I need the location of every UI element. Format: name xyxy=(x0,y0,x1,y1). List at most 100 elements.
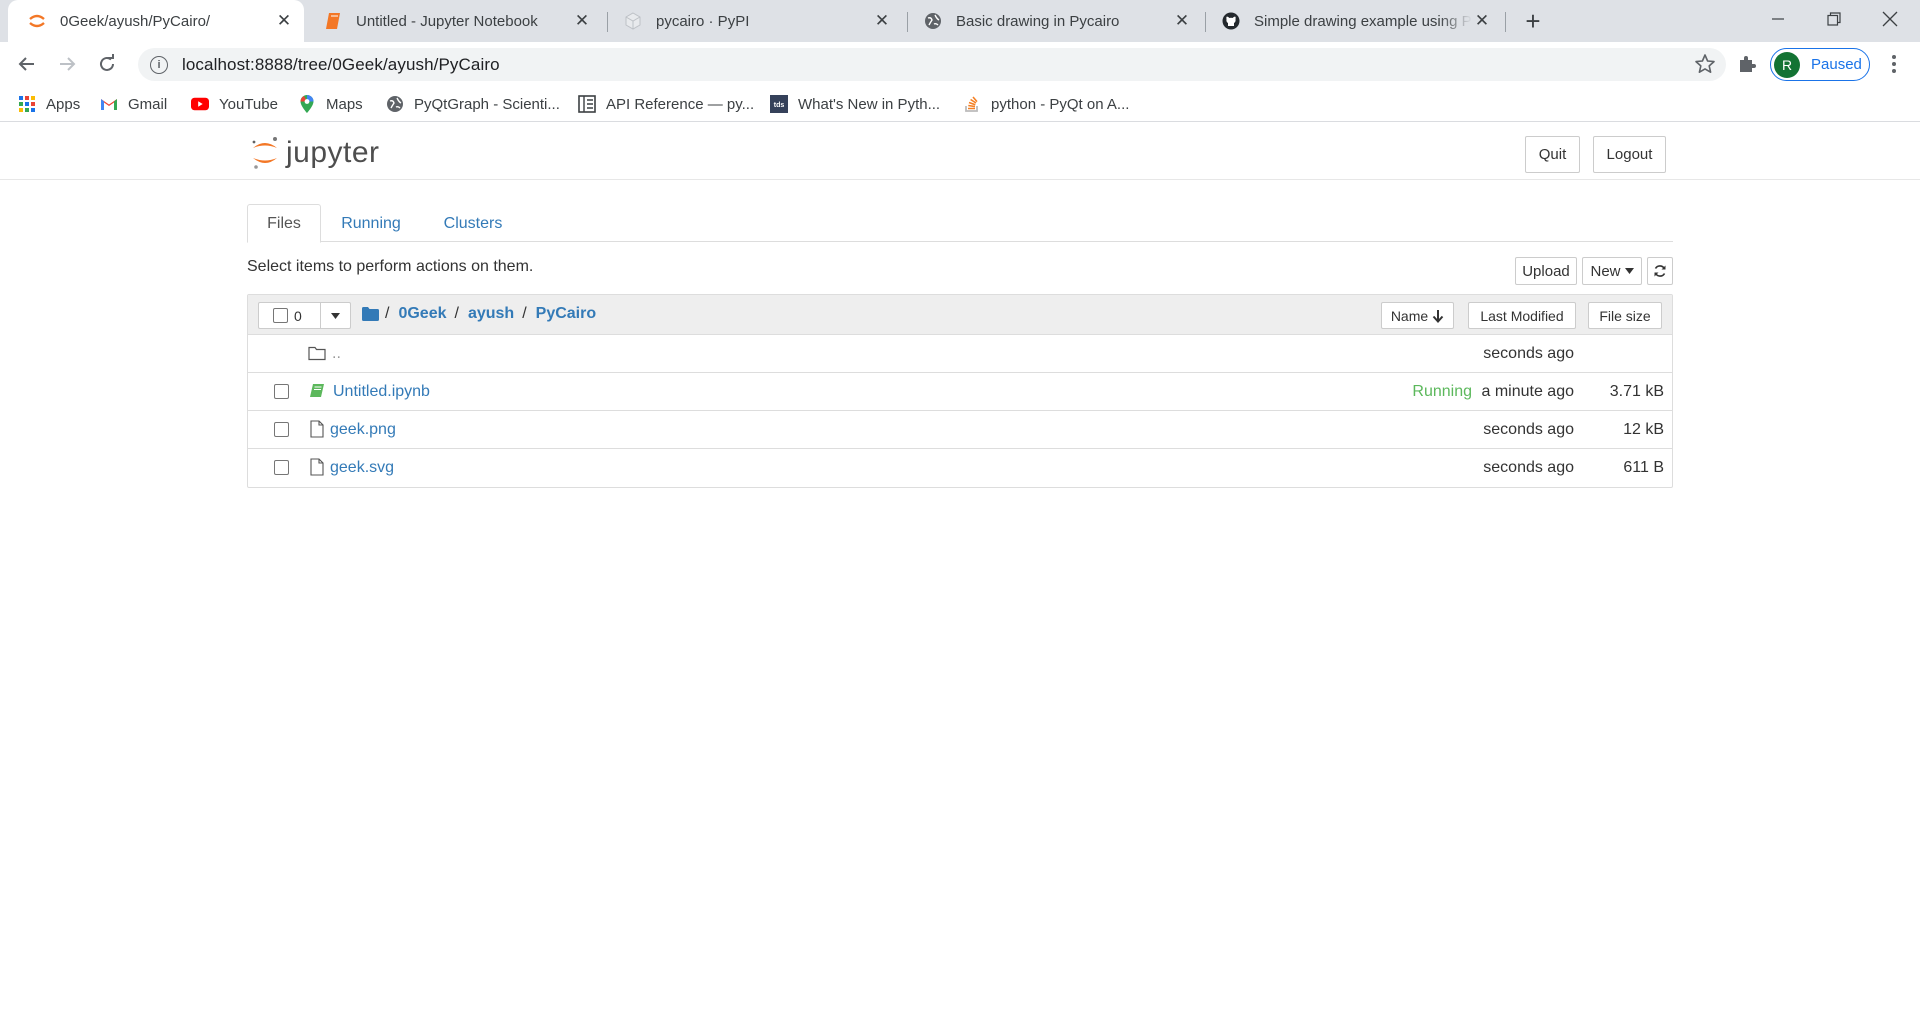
sort-by-name-button[interactable]: Name xyxy=(1381,302,1454,329)
notebook-running-icon xyxy=(310,384,324,397)
gmail-icon xyxy=(100,95,118,113)
profile-button[interactable]: R Paused xyxy=(1770,48,1870,81)
upload-button[interactable]: Upload xyxy=(1515,257,1577,285)
browser-tab-github[interactable]: Simple drawing example using Py ✕ xyxy=(1202,0,1502,42)
logout-button[interactable]: Logout xyxy=(1593,136,1666,173)
address-bar[interactable]: i localhost:8888/tree/0Geek/ayush/PyCair… xyxy=(138,48,1726,81)
minimize-button[interactable] xyxy=(1750,0,1806,38)
last-modified: a minute ago xyxy=(1481,383,1574,400)
browser-toolbar: i localhost:8888/tree/0Geek/ayush/PyCair… xyxy=(0,42,1920,86)
back-button[interactable] xyxy=(11,48,43,80)
dot-icon xyxy=(1892,62,1896,66)
close-tab-icon[interactable]: ✕ xyxy=(572,11,592,31)
select-menu-button[interactable] xyxy=(320,303,350,328)
select-all-checkbox[interactable] xyxy=(273,308,288,323)
bookmark-gmail[interactable]: Gmail xyxy=(100,92,167,116)
dot-icon xyxy=(1892,55,1896,59)
select-all-control: 0 xyxy=(258,302,351,329)
file-name-link[interactable]: .. xyxy=(332,345,341,363)
bookmark-pyqtgraph[interactable]: PyQtGraph - Scienti... xyxy=(386,92,560,116)
file-name-link[interactable]: Untitled.ipynb xyxy=(333,383,430,401)
tab-title: 0Geek/ayush/PyCairo/ xyxy=(60,12,211,30)
restore-button[interactable] xyxy=(1806,0,1862,38)
breadcrumb: / 0Geek / ayush / PyCairo xyxy=(362,305,596,323)
file-size: 12 kB xyxy=(1623,421,1664,438)
tab-clusters[interactable]: Clusters xyxy=(425,204,521,243)
avatar: R xyxy=(1774,51,1800,78)
sort-by-file-size-button[interactable]: File size xyxy=(1588,302,1662,329)
close-icon xyxy=(1882,11,1898,27)
reload-button[interactable] xyxy=(91,48,123,80)
tds-icon: tds xyxy=(770,95,788,113)
jupyter-logo[interactable]: jupyter xyxy=(250,135,380,171)
bookmark-stackoverflow[interactable]: python - PyQt on A... xyxy=(963,92,1129,116)
new-tab-button[interactable]: + xyxy=(1518,6,1548,36)
bookmark-apps[interactable]: Apps xyxy=(18,92,80,116)
row-checkbox[interactable] xyxy=(274,460,289,475)
refresh-icon xyxy=(1654,265,1666,277)
close-tab-icon[interactable]: ✕ xyxy=(1472,11,1492,31)
last-modified: seconds ago xyxy=(1483,459,1574,476)
quit-button[interactable]: Quit xyxy=(1525,136,1580,173)
profile-status-label: Paused xyxy=(1811,56,1862,73)
file-icon xyxy=(310,420,324,438)
sort-by-last-modified-button[interactable]: Last Modified xyxy=(1468,302,1576,329)
tab-files[interactable]: Files xyxy=(247,204,321,243)
close-tab-icon[interactable]: ✕ xyxy=(274,11,294,31)
running-status: Running xyxy=(1412,383,1472,400)
bookmark-label: python - PyQt on A... xyxy=(991,95,1130,113)
globe-icon xyxy=(386,95,404,113)
list-item-file[interactable]: geek.svg seconds ago 611 B xyxy=(248,449,1672,487)
list-item-file[interactable]: geek.png seconds ago 12 kB xyxy=(248,411,1672,449)
bookmark-whats-new[interactable]: tds What's New in Pyth... xyxy=(770,92,940,116)
site-info-icon[interactable]: i xyxy=(150,55,168,74)
close-window-button[interactable] xyxy=(1862,0,1918,38)
dot-icon xyxy=(1892,69,1896,73)
browser-tab-pypi[interactable]: pycairo · PyPI ✕ xyxy=(604,0,902,42)
list-item-notebook[interactable]: Untitled.ipynb Running a minute ago 3.71… xyxy=(248,373,1672,411)
globe-icon xyxy=(924,12,942,30)
row-checkbox[interactable] xyxy=(274,384,289,399)
browser-menu-button[interactable] xyxy=(1880,50,1908,78)
pypi-icon xyxy=(624,12,642,30)
browser-tab-jupyter-tree[interactable]: 0Geek/ayush/PyCairo/ ✕ xyxy=(8,0,304,42)
reload-icon xyxy=(100,54,114,71)
browser-tab-strip: 0Geek/ayush/PyCairo/ ✕ Untitled - Jupyte… xyxy=(0,0,1920,42)
browser-tab-notebook[interactable]: Untitled - Jupyter Notebook ✕ xyxy=(304,0,602,42)
extensions-puzzle-icon[interactable] xyxy=(1736,52,1760,76)
tab-running[interactable]: Running xyxy=(327,204,415,243)
notebook-icon xyxy=(324,12,342,30)
bookmark-youtube[interactable]: YouTube xyxy=(191,92,278,116)
new-dropdown-button[interactable]: New xyxy=(1582,257,1642,285)
bookmark-maps[interactable]: Maps xyxy=(298,92,363,116)
breadcrumb-separator: / xyxy=(522,305,527,322)
file-size: 611 B xyxy=(1623,459,1664,476)
breadcrumb-separator: / xyxy=(454,305,459,322)
selected-count: 0 xyxy=(294,307,302,324)
bookmark-label: YouTube xyxy=(219,95,278,113)
forward-button[interactable] xyxy=(51,48,83,80)
bookmark-label: Gmail xyxy=(128,95,168,113)
last-modified: seconds ago xyxy=(1483,345,1574,362)
tab-title: pycairo · PyPI xyxy=(656,12,750,30)
breadcrumb-ayush[interactable]: ayush xyxy=(468,305,514,323)
breadcrumb-pycairo[interactable]: PyCairo xyxy=(536,305,596,323)
last-modified: seconds ago xyxy=(1483,421,1574,438)
close-tab-icon[interactable]: ✕ xyxy=(1172,11,1192,31)
browser-tab-pycairo-drawing[interactable]: Basic drawing in Pycairo ✕ xyxy=(904,0,1202,42)
refresh-button[interactable] xyxy=(1647,257,1673,285)
close-tab-icon[interactable]: ✕ xyxy=(872,11,892,31)
list-item-parent-dir[interactable]: .. seconds ago xyxy=(248,335,1672,373)
arrow-right-icon xyxy=(60,57,76,71)
folder-home-icon[interactable] xyxy=(362,307,379,321)
bookmark-label: PyQtGraph - Scienti... xyxy=(414,95,560,113)
breadcrumb-0geek[interactable]: 0Geek xyxy=(398,305,446,323)
minimize-icon xyxy=(1772,18,1784,20)
bookmark-star-icon[interactable] xyxy=(1694,53,1716,75)
file-list-header: 0 / 0Geek / ayush / PyCairo Name Last Mo… xyxy=(248,295,1672,335)
bookmark-api-reference[interactable]: API Reference — py... xyxy=(578,92,754,116)
folder-icon xyxy=(308,346,326,361)
file-name-link[interactable]: geek.png xyxy=(330,421,396,439)
file-name-link[interactable]: geek.svg xyxy=(330,459,394,477)
row-checkbox[interactable] xyxy=(274,422,289,437)
